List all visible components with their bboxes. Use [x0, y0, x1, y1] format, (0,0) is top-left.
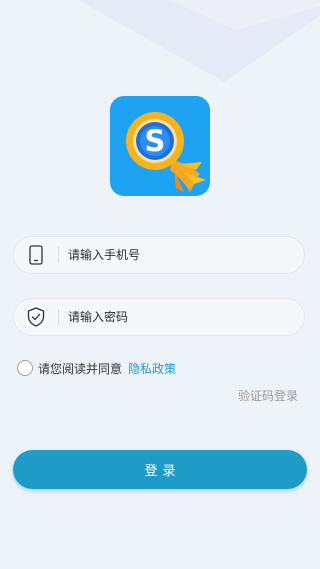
phone-input[interactable]: [68, 237, 304, 273]
rocket-icon: [170, 160, 206, 192]
phone-icon: [14, 237, 58, 273]
agreement-text: 请您阅读并同意: [38, 361, 123, 376]
password-field[interactable]: [13, 298, 305, 336]
logo-letter: S: [145, 124, 166, 158]
field-divider: [58, 247, 59, 263]
shield-check-icon: [14, 299, 58, 335]
code-login-link[interactable]: 验证码登录: [238, 387, 298, 404]
password-input[interactable]: [68, 299, 304, 335]
app-logo: S: [110, 96, 210, 196]
agreement-row: 请您阅读并同意 隐私政策: [17, 358, 176, 378]
agreement-checkbox[interactable]: [17, 360, 33, 376]
privacy-policy-link[interactable]: 隐私政策: [128, 360, 176, 377]
login-button[interactable]: 登录: [13, 450, 307, 489]
field-divider: [58, 309, 59, 325]
phone-field[interactable]: [13, 236, 305, 274]
